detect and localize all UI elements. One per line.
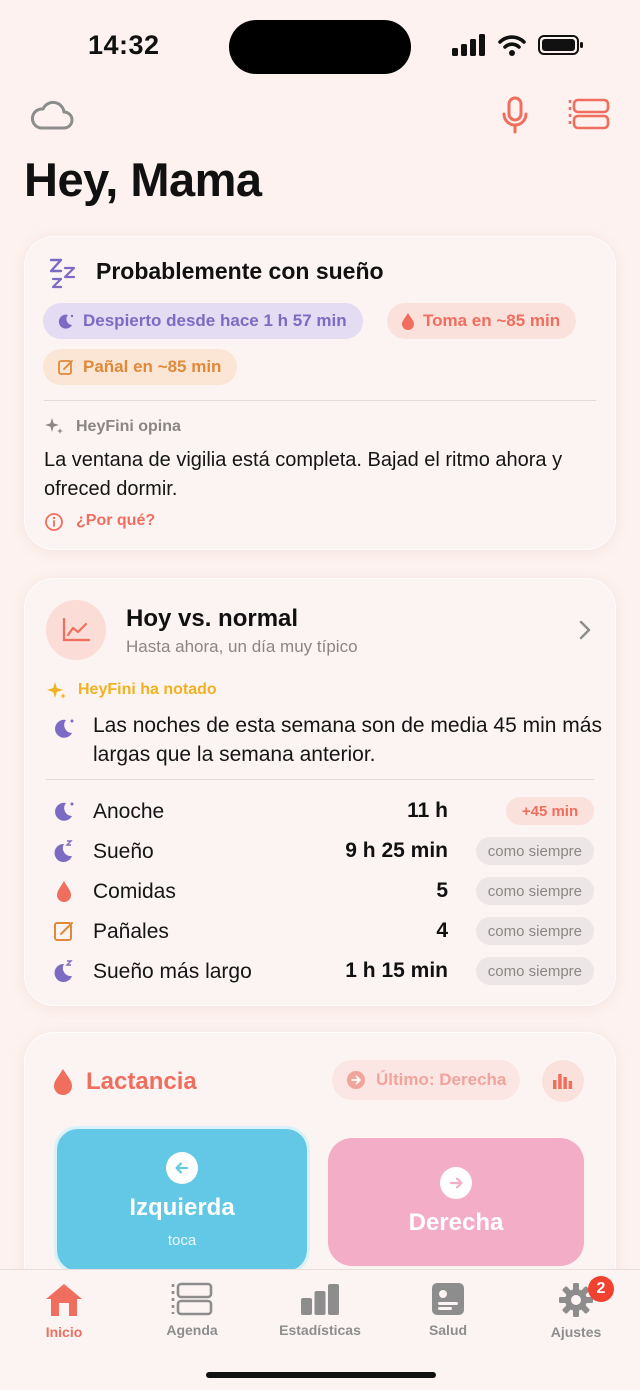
nursing-stats-button[interactable] [542, 1060, 584, 1102]
tab-label: Agenda [166, 1322, 218, 1338]
timeline-icon[interactable] [568, 98, 610, 130]
compare-card[interactable]: Hoy vs. normal Hasta ahora, un día muy t… [24, 578, 616, 1006]
right-side-label: Derecha [408, 1209, 504, 1236]
status-icons [452, 34, 584, 56]
cloud-icon[interactable] [30, 98, 74, 132]
stat-badge: +45 min [506, 797, 594, 825]
tab-ajustes[interactable]: 2 Ajustes [512, 1276, 640, 1352]
sleepy-zzz-icon [49, 258, 76, 289]
tab-label: Salud [428, 1322, 468, 1338]
microphone-icon[interactable] [502, 96, 528, 134]
why-link[interactable]: ¿Por qué? [76, 512, 155, 530]
stat-value: 1 h 15 min [345, 959, 448, 982]
stat-row-sleep: Sueño 9 h 25 min como siempre [46, 831, 594, 871]
awake-chip-label: Despierto desde hace 1 h 57 min [83, 311, 347, 330]
stat-value: 11 h [407, 799, 448, 822]
diaper-chip-label: Pañal en ~85 min [83, 357, 222, 376]
opinion-text: La ventana de vigilia está completa. Baj… [44, 449, 563, 500]
tab-estadisticas[interactable]: Estadísticas [256, 1282, 384, 1352]
tab-agenda[interactable]: Agenda [128, 1282, 256, 1352]
trend-chart-badge [46, 600, 106, 660]
stat-label: Anoche [93, 800, 165, 823]
drop-icon [54, 1069, 72, 1095]
stat-row-feeds: Comidas 5 como siempre [46, 871, 594, 911]
dynamic-island [229, 20, 411, 74]
stat-badge: como siempre [475, 837, 594, 865]
moon-stars-icon [55, 802, 74, 821]
feed-chip: Toma en ~85 min [387, 303, 577, 339]
stat-badge: como siempre [475, 957, 594, 985]
stat-badge: como siempre [475, 877, 594, 905]
noted-label: HeyFini ha notado [78, 681, 217, 698]
battery-icon [538, 35, 583, 55]
notification-badge: 2 [588, 1276, 614, 1302]
arrow-right-icon [440, 1167, 472, 1199]
diaper-chip: Pañal en ~85 min [43, 349, 238, 385]
home-indicator [206, 1372, 436, 1378]
awake-chip: Despierto desde hace 1 h 57 min [43, 303, 363, 339]
moon-zzz-icon [54, 840, 73, 862]
stat-value: 9 h 25 min [345, 839, 448, 862]
wifi-icon [498, 35, 526, 56]
drop-icon [402, 313, 414, 330]
home-icon [46, 1284, 82, 1316]
opinion-label: HeyFini opina [76, 418, 181, 435]
stat-label: Pañales [93, 920, 169, 943]
nursing-title: Lactancia [86, 1068, 197, 1095]
divider [44, 400, 596, 401]
noted-text: Las noches de esta semana son de media 4… [93, 714, 602, 766]
compare-subtitle: Hasta ahora, un día muy típico [126, 637, 358, 656]
moon-zzz-icon [54, 960, 73, 982]
last-side-label: Último: Derecha [376, 1070, 507, 1089]
right-side-button[interactable]: Derecha [328, 1138, 584, 1266]
info-icon [45, 513, 63, 531]
last-side-pill[interactable]: Último: Derecha [332, 1060, 521, 1100]
status-time: 14:32 [88, 30, 160, 60]
tab-label: Ajustes [550, 1324, 602, 1340]
moon-stars-icon [55, 719, 74, 738]
line-chart-icon [62, 617, 91, 642]
stat-value: 4 [436, 919, 448, 942]
cellular-signal-icon [452, 34, 485, 56]
sparkles-icon [45, 418, 63, 434]
tab-label: Estadísticas [279, 1322, 361, 1338]
bar-chart-icon [553, 1074, 573, 1089]
diaper-note-icon [54, 922, 73, 941]
moon-stars-icon [58, 314, 74, 329]
stat-label: Sueño [93, 840, 154, 863]
tab-inicio[interactable]: Inicio [0, 1282, 128, 1352]
arrow-circle-right-icon [347, 1071, 365, 1089]
stat-value: 5 [436, 879, 448, 902]
drop-icon [57, 881, 71, 902]
state-card[interactable]: Probablemente con sueño Despierto desde … [24, 236, 616, 550]
feed-chip-label: Toma en ~85 min [423, 311, 561, 330]
state-title: Probablemente con sueño [96, 258, 384, 284]
page-title: Hey, Mama [24, 153, 262, 206]
health-record-icon [432, 1283, 464, 1315]
stat-row-last-night: Anoche 11 h +45 min [46, 791, 594, 831]
stat-label: Comidas [93, 880, 176, 903]
stat-label: Sueño más largo [93, 960, 252, 983]
left-side-label: Izquierda [129, 1193, 235, 1221]
sparkles-icon [47, 682, 66, 699]
left-side-hint: toca [167, 1231, 197, 1249]
stat-row-diapers: Pañales 4 como siempre [46, 911, 594, 951]
arrow-left-icon [166, 1151, 198, 1184]
status-bar: 14:32 [0, 0, 640, 90]
chevron-right-icon[interactable] [579, 620, 591, 640]
compare-title: Hoy vs. normal [126, 605, 299, 632]
left-side-button[interactable]: Izquierda toca [54, 1126, 310, 1274]
timeline-icon [171, 1282, 213, 1316]
tab-salud[interactable]: Salud [384, 1282, 512, 1352]
edit-note-icon [58, 360, 73, 375]
bar-chart-icon [301, 1284, 339, 1315]
divider [46, 779, 594, 780]
tab-label: Inicio [45, 1324, 83, 1340]
stat-row-longest-sleep: Sueño más largo 1 h 15 min como siempre [46, 951, 594, 991]
stat-badge: como siempre [475, 917, 594, 945]
